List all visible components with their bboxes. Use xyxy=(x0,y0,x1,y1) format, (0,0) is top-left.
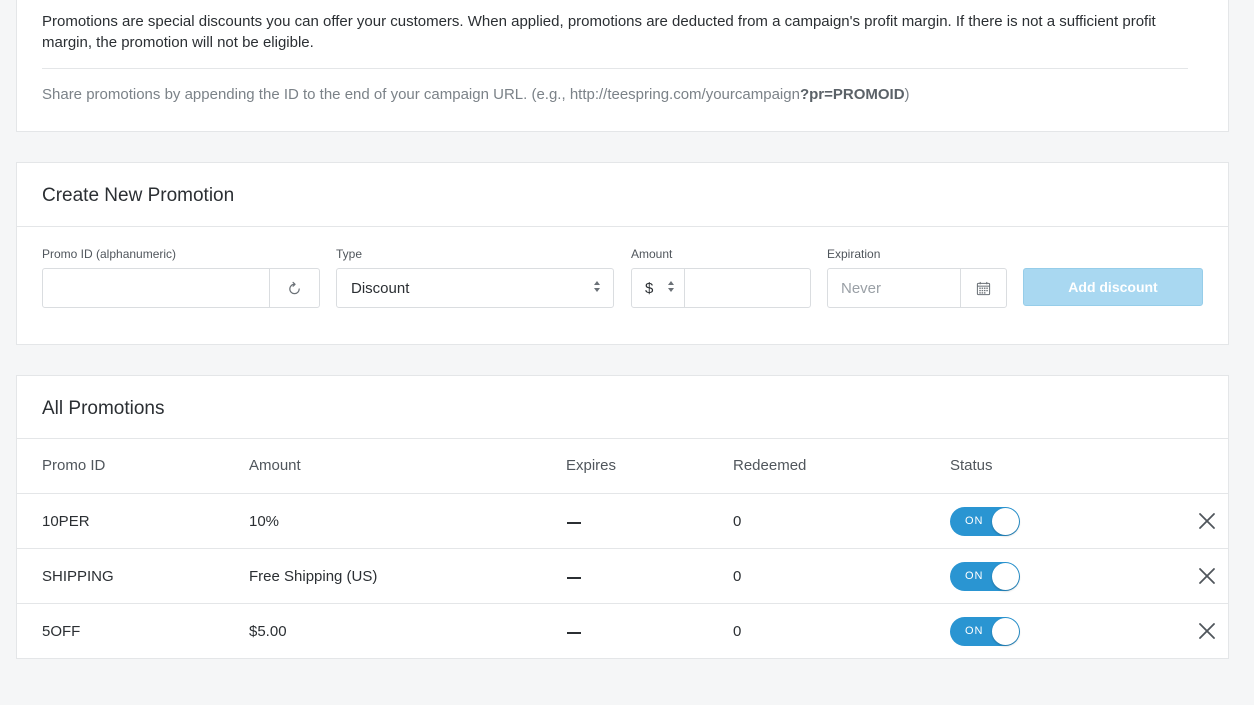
share-text: Share promotions by appending the ID to … xyxy=(42,86,800,103)
close-icon[interactable] xyxy=(1197,621,1217,641)
promo-id-field-group xyxy=(42,268,320,308)
column-header-promo-id: Promo ID xyxy=(42,457,106,474)
expires-cell xyxy=(567,577,581,579)
type-selected-value: Discount xyxy=(351,280,410,297)
column-header-status: Status xyxy=(950,457,993,474)
amount-field-group: $ xyxy=(631,268,811,308)
type-select[interactable]: Discount xyxy=(336,268,614,308)
close-icon[interactable] xyxy=(1197,566,1217,586)
amount-cell: Free Shipping (US) xyxy=(249,568,378,585)
add-discount-button[interactable]: Add discount xyxy=(1023,268,1203,306)
amount-cell: 10% xyxy=(249,513,280,530)
select-arrows-icon xyxy=(594,281,600,292)
table-row: 10PER 10% 0 ON xyxy=(17,493,1228,548)
close-icon[interactable] xyxy=(1197,511,1217,531)
generate-promo-id-button[interactable] xyxy=(269,269,319,307)
refresh-icon xyxy=(289,281,300,294)
divider xyxy=(42,68,1188,69)
toggle-knob xyxy=(992,508,1019,535)
currency-select[interactable]: $ xyxy=(632,269,685,307)
expires-cell xyxy=(567,632,581,634)
share-param: ?pr=PROMOID xyxy=(799,86,905,103)
all-promotions-title: All Promotions xyxy=(42,398,165,419)
divider xyxy=(17,226,1228,227)
promotions-description: Promotions are special discounts you can… xyxy=(42,13,1156,51)
promo-id-input[interactable] xyxy=(43,269,270,307)
column-header-redeemed: Redeemed xyxy=(733,457,807,474)
redeemed-cell: 0 xyxy=(733,568,742,585)
status-toggle[interactable]: ON xyxy=(950,507,1020,536)
select-arrows-icon xyxy=(668,281,674,292)
table-row: SHIPPING Free Shipping (US) 0 ON xyxy=(17,548,1228,603)
status-toggle-label: ON xyxy=(965,570,984,582)
promo-id-label: Promo ID (alphanumeric) xyxy=(42,247,177,261)
status-toggle[interactable]: ON xyxy=(950,562,1020,591)
redeemed-cell: 0 xyxy=(733,623,742,640)
status-toggle-label: ON xyxy=(965,625,984,637)
promo-id-cell: 5OFF xyxy=(42,623,81,640)
amount-cell: $5.00 xyxy=(249,623,287,640)
type-label: Type xyxy=(336,247,363,261)
expiration-label: Expiration xyxy=(827,247,881,261)
amount-label: Amount xyxy=(631,247,673,261)
status-toggle-label: ON xyxy=(965,515,984,527)
currency-selected-value: $ xyxy=(645,280,654,297)
status-toggle[interactable]: ON xyxy=(950,617,1020,646)
create-promotion-card: Create New Promotion Promo ID (alphanume… xyxy=(16,162,1229,345)
calendar-button[interactable] xyxy=(960,269,1006,307)
expiration-field-group xyxy=(827,268,1007,308)
toggle-knob xyxy=(992,618,1019,645)
expiration-input[interactable] xyxy=(828,269,961,307)
expires-cell xyxy=(567,522,581,524)
share-instructions: Share promotions by appending the ID to … xyxy=(42,86,910,103)
column-header-amount: Amount xyxy=(249,457,301,474)
redeemed-cell: 0 xyxy=(733,513,742,530)
promo-id-cell: 10PER xyxy=(42,513,90,530)
column-header-expires: Expires xyxy=(566,457,617,474)
table-row: 5OFF $5.00 0 ON xyxy=(17,603,1228,658)
promo-id-cell: SHIPPING xyxy=(42,568,114,585)
info-card: Promotions are special discounts you can… xyxy=(16,0,1229,132)
calendar-icon xyxy=(976,281,991,295)
create-promotion-title: Create New Promotion xyxy=(42,185,235,206)
all-promotions-card: All Promotions Promo ID Amount Expires R… xyxy=(16,375,1229,659)
divider xyxy=(17,438,1228,439)
amount-input[interactable] xyxy=(686,269,810,307)
toggle-knob xyxy=(992,563,1019,590)
share-suffix: ) xyxy=(904,86,910,103)
